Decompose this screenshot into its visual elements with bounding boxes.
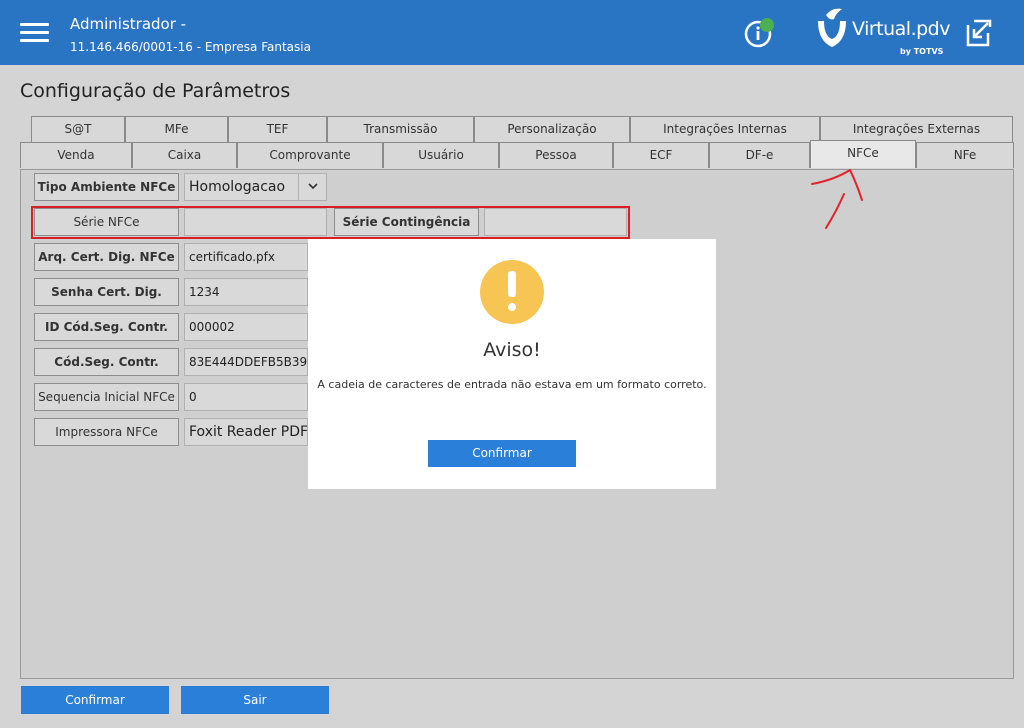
cod-seg-label: Cód.Seg. Contr. NFCe <box>34 348 179 395</box>
cod-seg-input[interactable]: 83E444DDEFB5B39B2A <box>184 348 308 376</box>
senha-cert-label: Senha Cert. Dig. NFCe <box>34 278 179 325</box>
dialog-title: Aviso! <box>483 339 541 361</box>
tab-ecf[interactable]: ECF <box>613 142 709 168</box>
tab-nfe[interactable]: NFe <box>916 142 1014 168</box>
confirm-button[interactable]: Confirmar <box>21 686 169 714</box>
arq-cert-label: Arq. Cert. Dig. NFCe <box>34 243 179 271</box>
page-title: Configuração de Parâmetros <box>20 80 291 102</box>
user-name: Administrador - <box>70 15 187 33</box>
dialog-confirm-button[interactable]: Confirmar <box>428 440 576 467</box>
tab-caixa[interactable]: Caixa <box>132 142 237 168</box>
impressora-label: Impressora NFCe <box>34 418 179 446</box>
id-cod-seg-input[interactable]: 000002 <box>184 313 308 341</box>
tab-transmissao[interactable]: Transmissão <box>327 116 474 142</box>
id-cod-seg-label: ID Cód.Seg. Contr. NF <box>34 313 179 360</box>
warning-dialog: Aviso! A cadeia de caracteres de entrada… <box>308 239 716 489</box>
exit-button[interactable]: Sair <box>181 686 329 714</box>
logo-by: by TOTVS <box>900 47 944 56</box>
tab-usuario[interactable]: Usuário <box>383 142 499 168</box>
tab-integracoes-externas[interactable]: Integrações Externas <box>820 116 1013 142</box>
tab-nfce[interactable]: NFCe <box>810 140 916 168</box>
tab-venda[interactable]: Venda <box>20 142 132 168</box>
highlight-box <box>31 206 630 239</box>
exit-icon[interactable] <box>964 19 992 47</box>
tab-pessoa[interactable]: Pessoa <box>499 142 613 168</box>
tab-comprovante[interactable]: Comprovante <box>237 142 383 168</box>
company-name: 11.146.466/0001-16 - Empresa Fantasia <box>70 40 311 54</box>
app-header: Administrador - 11.146.466/0001-16 - Emp… <box>0 0 1024 65</box>
impressora-select[interactable]: Foxit Reader PDF P <box>184 418 308 446</box>
tab-integracoes-internas[interactable]: Integrações Internas <box>630 116 820 142</box>
tab-mfe[interactable]: MFe <box>125 116 228 142</box>
virtual-pdv-logo: Virtual.pdv by TOTVS <box>812 5 952 60</box>
tab-personalizacao[interactable]: Personalização <box>474 116 630 142</box>
tab-dfe[interactable]: DF-e <box>709 142 810 168</box>
chevron-down-icon <box>298 174 326 200</box>
tipo-ambiente-value: Homologacao <box>189 179 286 195</box>
seq-inicial-input[interactable]: 0 <box>184 383 308 411</box>
seq-inicial-label: Sequencia Inicial NFCe <box>34 383 179 411</box>
tab-tef[interactable]: TEF <box>228 116 327 142</box>
senha-cert-input[interactable]: 1234 <box>184 278 308 306</box>
menu-icon[interactable] <box>20 23 49 43</box>
arq-cert-input[interactable]: certificado.pfx <box>184 243 308 271</box>
tipo-ambiente-label: Tipo Ambiente NFCe <box>34 173 179 201</box>
logo-text: Virtual.pdv <box>852 18 951 40</box>
red-annotation-arrow <box>811 169 863 229</box>
info-icon[interactable] <box>744 18 774 48</box>
tab-sat[interactable]: S@T <box>31 116 125 142</box>
dialog-message: A cadeia de caracteres de entrada não es… <box>317 378 707 391</box>
tipo-ambiente-select[interactable]: Homologacao <box>184 173 327 201</box>
warning-icon <box>480 260 544 324</box>
